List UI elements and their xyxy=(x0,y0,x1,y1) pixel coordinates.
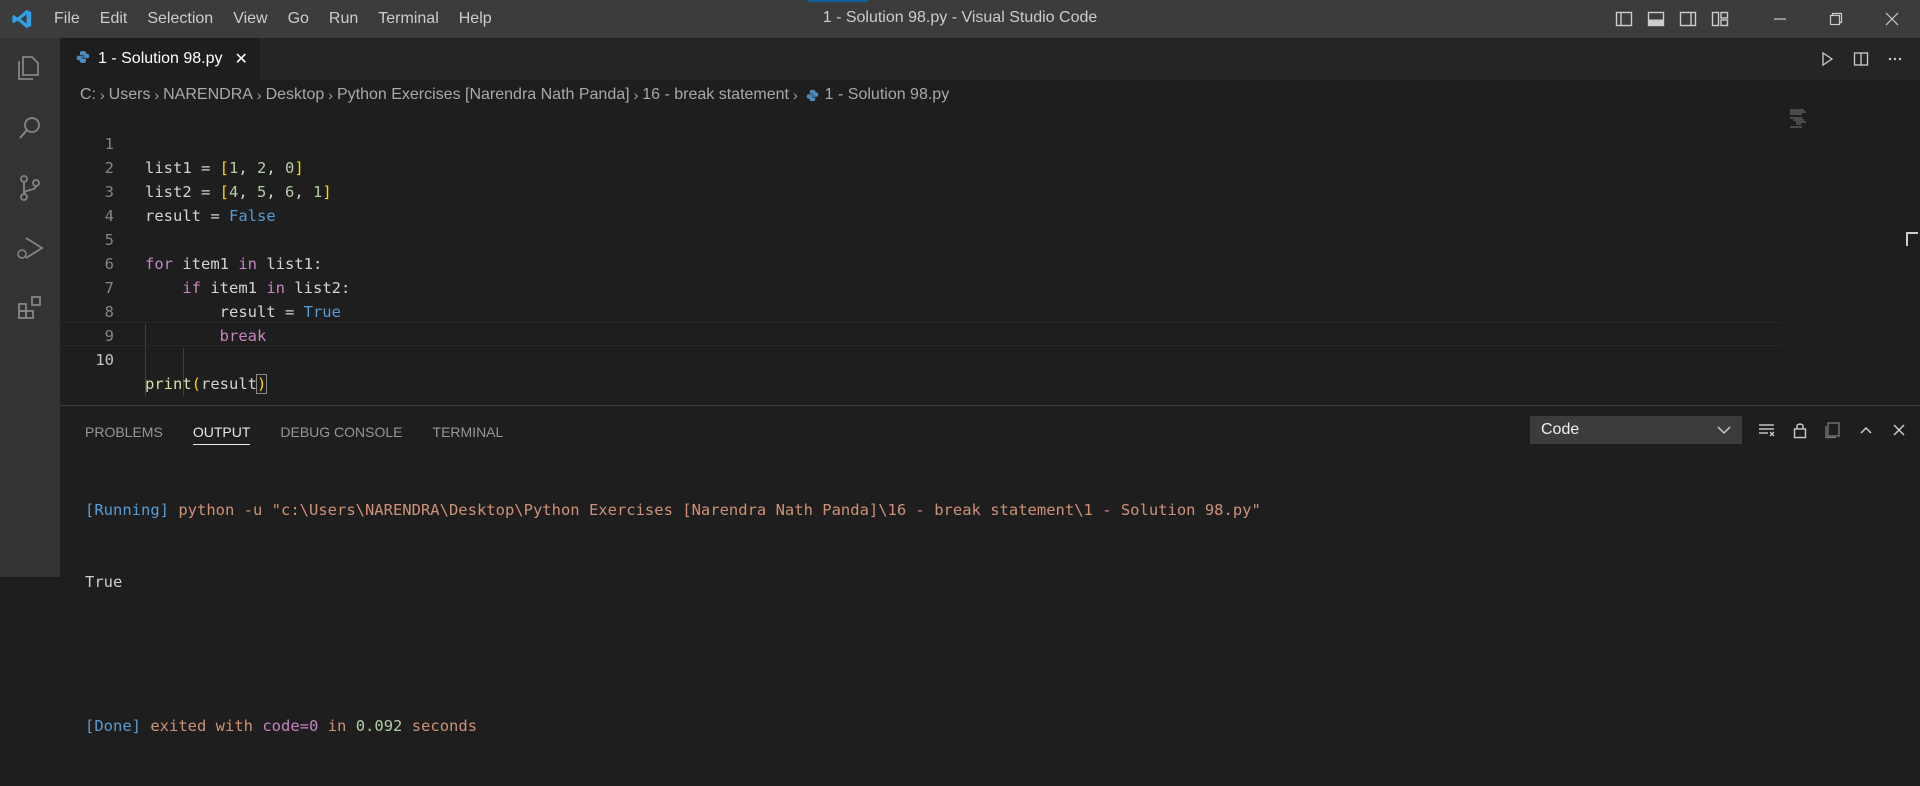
output-channel-select[interactable]: Code xyxy=(1530,416,1742,444)
breadcrumb-item[interactable]: 1 - Solution 98.py xyxy=(825,86,950,104)
seconds-text: seconds xyxy=(411,717,478,735)
clear-output-icon[interactable] xyxy=(1750,416,1783,444)
running-tag: [Running] xyxy=(85,501,169,519)
run-command: python -u "c:\Users\NARENDRA\Desktop\Pyt… xyxy=(178,501,1261,519)
source-control-icon[interactable] xyxy=(0,158,60,218)
code-editor[interactable]: 1 list1 = [1, 2, 0] 2 list2 = [4, 5, 6, … xyxy=(60,108,1920,404)
menu-file[interactable]: File xyxy=(44,0,90,38)
current-line-highlight xyxy=(60,322,1782,346)
explorer-icon[interactable] xyxy=(0,38,60,98)
toggle-panel-icon[interactable] xyxy=(1640,0,1672,38)
breadcrumb: C: › Users › NARENDRA › Desktop › Python… xyxy=(80,82,949,108)
code-line: 3 result = False xyxy=(60,156,1860,225)
chevron-right-icon: › xyxy=(256,87,262,103)
activity-bar xyxy=(0,38,60,577)
menu-go[interactable]: Go xyxy=(278,0,319,38)
python-file-icon xyxy=(806,89,819,102)
breadcrumb-item[interactable]: NARENDRA xyxy=(163,86,253,104)
close-window-icon[interactable] xyxy=(1864,0,1920,38)
more-actions-icon[interactable] xyxy=(1878,38,1912,80)
split-editor-icon[interactable] xyxy=(1844,38,1878,80)
code-line: 8 break xyxy=(60,276,1860,345)
vscode-logo-icon xyxy=(0,0,44,38)
chevron-right-icon: › xyxy=(793,87,798,103)
run-result: True xyxy=(85,573,123,591)
tab-solution-98[interactable]: 1 - Solution 98.py ✕ xyxy=(60,38,260,80)
customize-layout-icon[interactable] xyxy=(1704,0,1736,38)
lock-icon[interactable] xyxy=(1783,416,1816,444)
editor-tabs-bar: 1 - Solution 98.py ✕ xyxy=(60,38,1920,80)
minimap[interactable] xyxy=(1790,108,1812,128)
run-debug-icon[interactable] xyxy=(0,218,60,278)
line-number: 10 xyxy=(95,351,114,369)
code-line: 7 result = True xyxy=(60,252,1860,321)
close-panel-icon[interactable] xyxy=(1882,416,1915,444)
in-text: in xyxy=(327,717,347,735)
menu-run[interactable]: Run xyxy=(319,0,368,38)
breadcrumb-item[interactable]: Users xyxy=(109,86,151,104)
window-controls xyxy=(1608,0,1920,38)
maximize-panel-icon[interactable] xyxy=(1849,416,1882,444)
code-line: 9 xyxy=(60,300,1860,345)
restore-icon[interactable] xyxy=(1808,0,1864,38)
output-line: True xyxy=(85,570,1261,594)
title-accent-bar xyxy=(808,0,868,2)
search-icon[interactable] xyxy=(0,98,60,158)
run-icon[interactable] xyxy=(1810,38,1844,80)
duration: 0.092 xyxy=(355,717,403,735)
code-line: 2 list2 = [4, 5, 6, 1] xyxy=(60,132,1860,201)
python-file-icon xyxy=(76,50,90,69)
toggle-primary-sidebar-icon[interactable] xyxy=(1608,0,1640,38)
close-tab-icon[interactable]: ✕ xyxy=(235,49,248,69)
menu-bar: File Edit Selection View Go Run Terminal… xyxy=(44,0,502,38)
output-channel-value: Code xyxy=(1541,421,1580,438)
done-tag: [Done] xyxy=(85,717,141,735)
breadcrumb-item[interactable]: 16 - break statement xyxy=(642,86,789,104)
menu-edit[interactable]: Edit xyxy=(90,0,138,38)
extensions-icon[interactable] xyxy=(0,278,60,338)
panel-actions xyxy=(1750,416,1915,444)
tab-debug-console[interactable]: DEBUG CONSOLE xyxy=(280,424,402,445)
output-line: [Done] exited with code=0 in 0.092 secon… xyxy=(85,714,1261,738)
code-line: 4 xyxy=(60,180,1860,225)
toggle-secondary-sidebar-icon[interactable] xyxy=(1672,0,1704,38)
code-line: 5 for item1 in list1: xyxy=(60,204,1860,273)
chevron-right-icon: › xyxy=(100,87,105,103)
editor-actions xyxy=(1810,38,1920,80)
tab-problems[interactable]: PROBLEMS xyxy=(85,424,163,445)
tab-output[interactable]: OUTPUT xyxy=(192,424,251,445)
menu-help[interactable]: Help xyxy=(449,0,502,38)
output-line: [Running] python -u "c:\Users\NARENDRA\D… xyxy=(85,498,1261,522)
chevron-down-icon xyxy=(1715,421,1733,444)
breadcrumb-item[interactable]: Desktop xyxy=(266,86,325,104)
code-line: 6 if item1 in list2: xyxy=(60,228,1860,297)
menu-view[interactable]: View xyxy=(223,0,277,38)
title-bar: File Edit Selection View Go Run Terminal… xyxy=(0,0,1920,38)
menu-selection[interactable]: Selection xyxy=(137,0,223,38)
scrollbar-marker[interactable] xyxy=(1906,232,1918,246)
chevron-right-icon: › xyxy=(154,87,160,103)
open-editor-icon[interactable] xyxy=(1816,416,1849,444)
menu-terminal[interactable]: Terminal xyxy=(368,0,448,38)
tab-terminal[interactable]: TERMINAL xyxy=(433,424,504,445)
exit-code: code=0 xyxy=(262,717,319,735)
bottom-panel: PROBLEMS OUTPUT DEBUG CONSOLE TERMINAL C… xyxy=(60,405,1920,735)
minimize-icon[interactable] xyxy=(1752,0,1808,38)
output-text[interactable]: [Running] python -u "c:\Users\NARENDRA\D… xyxy=(85,450,1261,786)
tab-label: 1 - Solution 98.py xyxy=(98,50,223,67)
breadcrumb-item[interactable]: C: xyxy=(80,86,96,104)
chevron-right-icon: › xyxy=(328,87,333,103)
code-line: 1 list1 = [1, 2, 0] xyxy=(60,108,1860,177)
code-line-text: print(result) xyxy=(145,374,268,394)
chevron-right-icon: › xyxy=(633,87,639,103)
exited-text: exited with xyxy=(150,717,253,735)
panel-tabs: PROBLEMS OUTPUT DEBUG CONSOLE TERMINAL xyxy=(85,420,533,448)
breadcrumb-item[interactable]: Python Exercises [Narendra Nath Panda] xyxy=(337,86,630,104)
